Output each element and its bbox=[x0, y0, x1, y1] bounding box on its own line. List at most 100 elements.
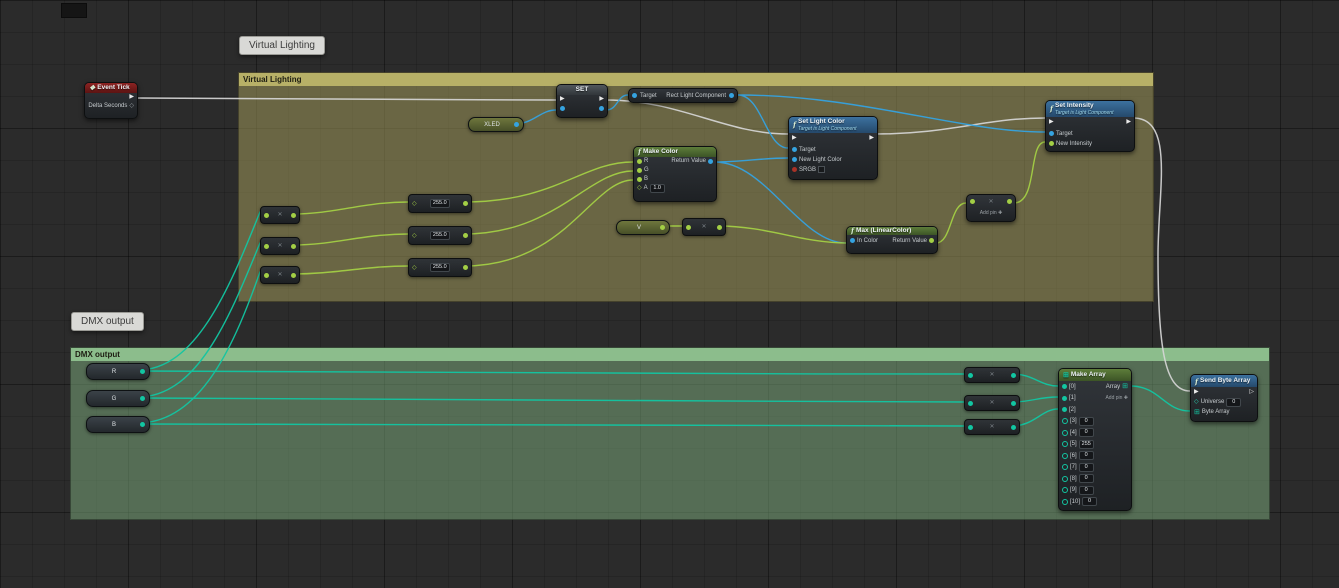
multiply-input-pin[interactable] bbox=[264, 273, 269, 278]
exec-out-pin[interactable]: ▶ bbox=[1126, 119, 1131, 125]
exec-out-pin[interactable]: ▷ bbox=[1249, 389, 1254, 395]
exec-out-pin[interactable]: ▶ bbox=[599, 96, 604, 102]
divide-node[interactable]: ◇ 255.0 bbox=[408, 258, 472, 277]
blueprint-graph-canvas[interactable]: Virtual Lighting DMX output bbox=[0, 0, 1339, 588]
element-value-field[interactable]: 0 bbox=[1079, 417, 1094, 426]
in-color-input-pin[interactable] bbox=[850, 238, 855, 243]
multiply-output-pin[interactable] bbox=[291, 244, 296, 249]
array-element-pin[interactable] bbox=[1062, 453, 1068, 459]
byte-convert-node[interactable]: ✕ bbox=[964, 367, 1020, 383]
multiply-node[interactable]: ✕ bbox=[260, 237, 300, 255]
set-xled-node[interactable]: SET ▶ ▶ bbox=[556, 84, 608, 118]
divide-node[interactable]: ◇ 255.0 bbox=[408, 194, 472, 213]
xled-output-pin[interactable] bbox=[514, 122, 519, 127]
output-pin[interactable] bbox=[1011, 373, 1016, 378]
exec-in-pin[interactable]: ▶ bbox=[792, 135, 797, 141]
new-light-color-input-pin[interactable] bbox=[792, 157, 797, 162]
get-v-node[interactable]: V bbox=[616, 220, 670, 235]
target-input-pin[interactable] bbox=[1049, 131, 1054, 136]
send-byte-array-node[interactable]: f Send Byte Array ▶ ▷ ◇ Universe 0 ⊞ Byt… bbox=[1190, 374, 1258, 422]
get-xled-node[interactable]: XLED bbox=[468, 117, 524, 132]
divide-node[interactable]: ◇ 255.0 bbox=[408, 226, 472, 245]
return-value-pin[interactable] bbox=[708, 159, 713, 164]
set-output-pin[interactable] bbox=[599, 106, 604, 111]
comment-virtual-lighting-header[interactable]: Virtual Lighting bbox=[239, 73, 1153, 86]
multiply-input-pin[interactable] bbox=[264, 244, 269, 249]
divide-output-pin[interactable] bbox=[463, 201, 468, 206]
universe-input-pin[interactable]: ◇ bbox=[1194, 399, 1199, 405]
array-element-pin[interactable] bbox=[1062, 476, 1068, 482]
target-input-pin[interactable] bbox=[632, 93, 637, 98]
output-pin[interactable] bbox=[1011, 425, 1016, 430]
divide-output-pin[interactable] bbox=[463, 233, 468, 238]
b-input-pin[interactable] bbox=[637, 177, 642, 182]
event-tick-node[interactable]: ❖ Event Tick ▶ Delta Seconds ◇ bbox=[84, 82, 138, 119]
return-value-pin[interactable] bbox=[929, 238, 934, 243]
byte-convert-node[interactable]: ✕ bbox=[964, 419, 1020, 435]
set-input-pin[interactable] bbox=[560, 106, 565, 111]
element-value-field[interactable]: 255 bbox=[1079, 440, 1094, 449]
output-pin[interactable] bbox=[1011, 401, 1016, 406]
exec-out-pin[interactable]: ▶ bbox=[869, 135, 874, 141]
multiply-input-pin[interactable] bbox=[264, 213, 269, 218]
g-output-pin[interactable] bbox=[140, 396, 145, 401]
exec-in-pin[interactable]: ▶ bbox=[560, 96, 565, 102]
set-light-color-node[interactable]: f Set Light Color Target is Light Compon… bbox=[788, 116, 878, 180]
array-element-pin[interactable] bbox=[1062, 464, 1068, 470]
a-input-pin[interactable]: ◇ bbox=[637, 185, 642, 191]
multiply-output-pin[interactable] bbox=[291, 213, 296, 218]
b-output-pin[interactable] bbox=[140, 422, 145, 427]
array-element-pin[interactable] bbox=[1062, 418, 1068, 424]
input-pin[interactable] bbox=[968, 425, 973, 430]
universe-value-field[interactable]: 0 bbox=[1226, 398, 1241, 407]
multiply-input-pin[interactable] bbox=[686, 225, 691, 230]
input-pin[interactable] bbox=[968, 401, 973, 406]
exec-out-pin[interactable]: ▶ bbox=[129, 94, 134, 100]
new-intensity-input-pin[interactable] bbox=[1049, 141, 1054, 146]
make-array-node[interactable]: ⊞ Make Array [0] Array ⊞ [1] Add pin ✚ [… bbox=[1058, 368, 1132, 511]
array-element-pin[interactable] bbox=[1062, 430, 1068, 436]
array-element-pin[interactable] bbox=[1062, 487, 1068, 493]
rect-light-component-node[interactable]: Target Rect Light Component bbox=[628, 88, 738, 103]
multiply-addpin-node[interactable]: ✕ Add pin ✚ bbox=[966, 194, 1016, 222]
multiply-output-pin[interactable] bbox=[717, 225, 722, 230]
r-input-pin[interactable] bbox=[637, 159, 642, 164]
get-r-node[interactable]: R bbox=[86, 363, 150, 380]
array-element-pin[interactable] bbox=[1062, 441, 1068, 447]
g-input-pin[interactable] bbox=[637, 168, 642, 173]
element-value-field[interactable]: 0 bbox=[1079, 428, 1094, 437]
byte-array-input-pin[interactable]: ⊞ bbox=[1194, 409, 1200, 416]
element-value-field[interactable]: 0 bbox=[1079, 486, 1094, 495]
multiply-node[interactable]: ✕ bbox=[682, 218, 726, 236]
divide-input-pin[interactable]: ◇ bbox=[412, 233, 417, 239]
array-element-pin[interactable] bbox=[1062, 384, 1067, 389]
element-value-field[interactable]: 0 bbox=[1079, 451, 1094, 460]
srgb-checkbox[interactable] bbox=[818, 166, 825, 173]
element-value-field[interactable]: 0 bbox=[1082, 497, 1097, 506]
multiply-output-pin[interactable] bbox=[1007, 199, 1012, 204]
r-output-pin[interactable] bbox=[140, 369, 145, 374]
multiply-input-pin[interactable] bbox=[970, 199, 975, 204]
multiply-node[interactable]: ✕ bbox=[260, 206, 300, 224]
target-input-pin[interactable] bbox=[792, 147, 797, 152]
max-linearcolor-node[interactable]: f Max (LinearColor) In Color Return Valu… bbox=[846, 226, 938, 254]
srgb-input-pin[interactable] bbox=[792, 167, 797, 172]
multiply-node[interactable]: ✕ bbox=[260, 266, 300, 284]
make-color-node[interactable]: f Make Color R Return Value G B ◇ A 1.0 bbox=[633, 146, 717, 202]
divide-value-field[interactable]: 255.0 bbox=[430, 263, 450, 272]
divide-value-field[interactable]: 255.0 bbox=[430, 199, 450, 208]
set-intensity-node[interactable]: f Set Intensity Target is Light Componen… bbox=[1045, 100, 1135, 152]
v-output-pin[interactable] bbox=[660, 225, 665, 230]
divide-input-pin[interactable]: ◇ bbox=[412, 265, 417, 271]
a-value-field[interactable]: 1.0 bbox=[650, 184, 665, 193]
element-value-field[interactable]: 0 bbox=[1079, 463, 1094, 472]
byte-convert-node[interactable]: ✕ bbox=[964, 395, 1020, 411]
array-element-pin[interactable] bbox=[1062, 499, 1068, 505]
exec-in-pin[interactable]: ▶ bbox=[1194, 389, 1199, 395]
exec-in-pin[interactable]: ▶ bbox=[1049, 119, 1054, 125]
element-value-field[interactable]: 0 bbox=[1079, 474, 1094, 483]
divide-input-pin[interactable]: ◇ bbox=[412, 201, 417, 207]
array-element-pin[interactable] bbox=[1062, 407, 1067, 412]
divide-output-pin[interactable] bbox=[463, 265, 468, 270]
input-pin[interactable] bbox=[968, 373, 973, 378]
